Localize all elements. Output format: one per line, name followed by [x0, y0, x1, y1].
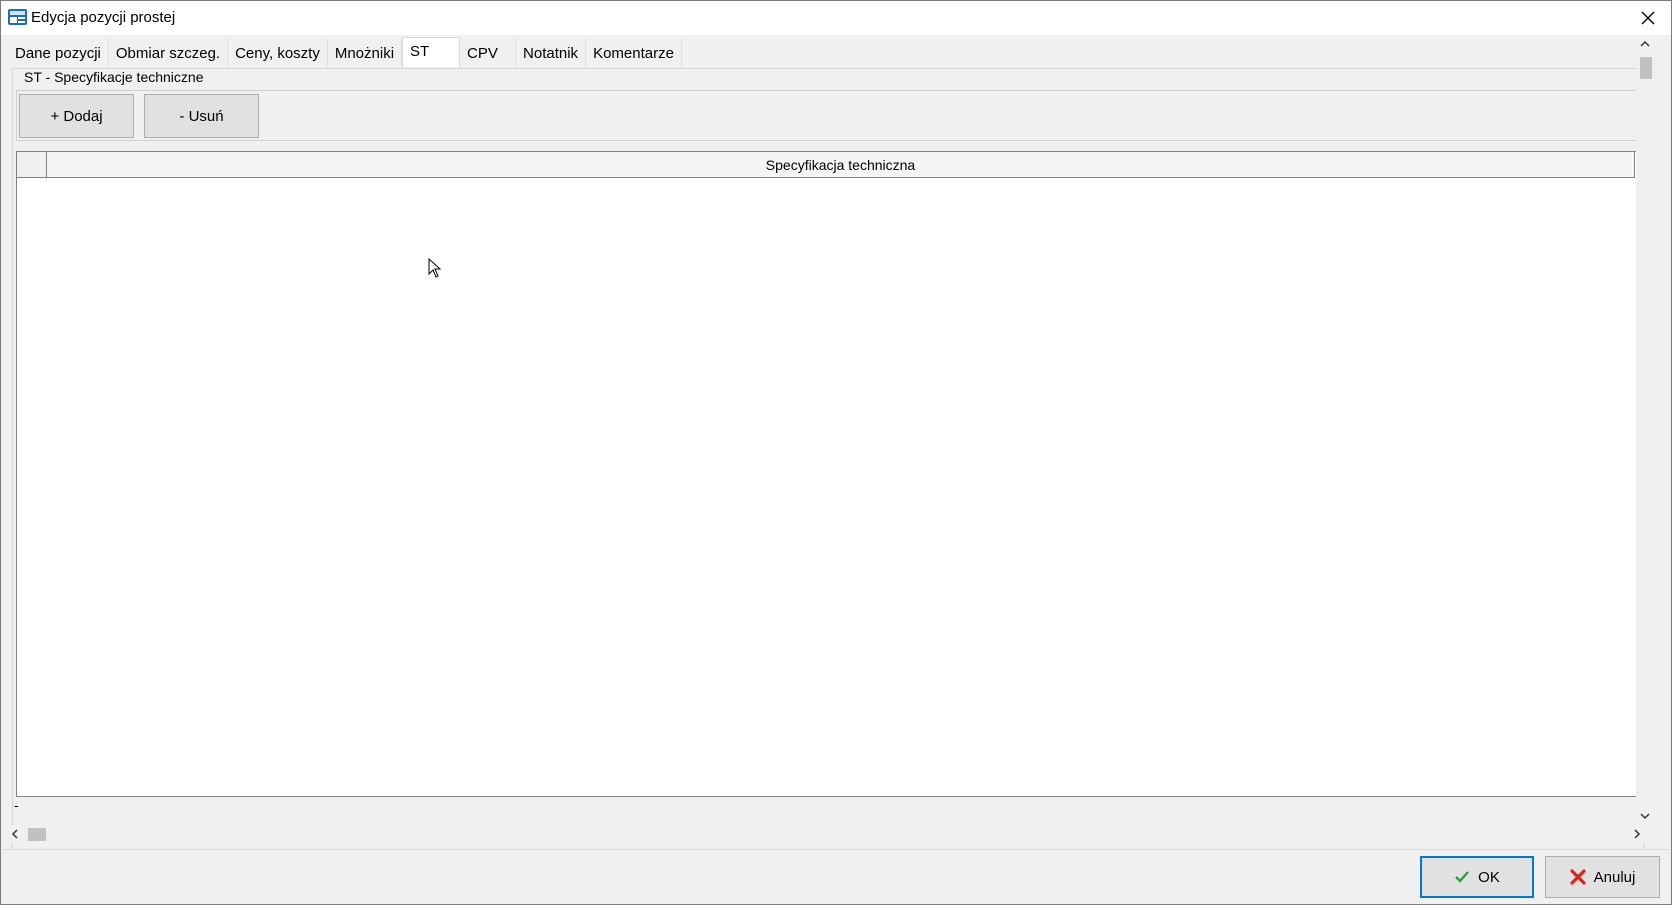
dialog-footer: OK Anuluj	[2, 849, 1670, 904]
chevron-right-icon	[1634, 829, 1641, 839]
specs-grid[interactable]: Specyfikacja techniczna	[16, 151, 1641, 797]
scroll-down-button[interactable]	[1636, 807, 1654, 825]
tab-st[interactable]: ST	[402, 37, 461, 67]
tab-mnozniki[interactable]: Mnożniki	[327, 39, 403, 67]
tab-obmiar-szczeg[interactable]: Obmiar szczeg.	[108, 39, 229, 67]
scroll-right-button[interactable]	[1628, 825, 1646, 843]
dialog-window: Edycja pozycji prostej Dane pozycji Obmi…	[0, 0, 1672, 905]
horizontal-scrollbar[interactable]	[2, 825, 1654, 843]
horizontal-scroll-thumb[interactable]	[28, 828, 46, 841]
vertical-scrollbar[interactable]	[1636, 35, 1654, 825]
ok-button[interactable]: OK	[1420, 856, 1534, 898]
scroll-left-button[interactable]	[6, 825, 24, 843]
groupbox-title: ST - Specyfikacje techniczne	[22, 69, 206, 85]
cancel-button[interactable]: Anuluj	[1545, 856, 1660, 898]
mouse-cursor-icon	[428, 258, 442, 278]
chevron-down-icon	[1640, 813, 1650, 820]
grid-corner-cell	[17, 152, 47, 177]
add-button[interactable]: + Dodaj	[19, 94, 134, 138]
scroll-up-button[interactable]	[1636, 35, 1654, 53]
status-text: -	[14, 797, 19, 813]
vertical-scroll-thumb[interactable]	[1640, 57, 1652, 79]
chevron-up-icon	[1640, 40, 1650, 47]
client-area: Dane pozycji Obmiar szczeg. Ceny, koszty…	[2, 35, 1654, 850]
title-bar: Edycja pozycji prostej	[1, 1, 1671, 35]
tab-ceny-koszty[interactable]: Ceny, koszty	[228, 39, 328, 67]
tab-notatnik[interactable]: Notatnik	[516, 39, 587, 67]
chevron-left-icon	[11, 829, 18, 839]
checkmark-icon	[1455, 871, 1470, 883]
cancel-label: Anuluj	[1593, 868, 1636, 886]
toolbar-panel: + Dodaj - Usuń	[16, 90, 1639, 141]
column-header-specyfikacja[interactable]: Specyfikacja techniczna	[47, 152, 1635, 177]
remove-button[interactable]: - Usuń	[144, 94, 259, 138]
grid-header: Specyfikacja techniczna	[17, 152, 1635, 178]
tab-strip: Dane pozycji Obmiar szczeg. Ceny, koszty…	[8, 37, 682, 67]
ok-label: OK	[1478, 868, 1500, 886]
tab-dane-pozycji[interactable]: Dane pozycji	[8, 39, 109, 67]
close-icon	[1641, 11, 1655, 25]
tab-cpv[interactable]: CPV	[460, 39, 517, 67]
window-title: Edycja pozycji prostej	[31, 9, 176, 26]
red-x-icon	[1570, 869, 1586, 885]
app-icon	[7, 7, 29, 27]
tab-komentarze[interactable]: Komentarze	[586, 39, 682, 67]
close-button[interactable]	[1625, 1, 1671, 35]
